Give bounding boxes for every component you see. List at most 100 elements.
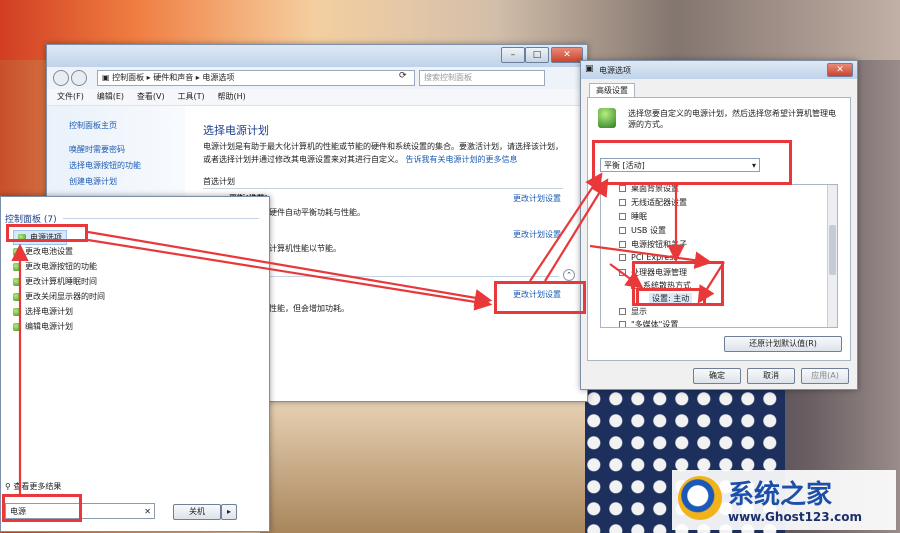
result-item-sleep-time[interactable]: 更改计算机睡眠时间 bbox=[13, 276, 97, 287]
result-label-sleep-time: 更改计算机睡眠时间 bbox=[25, 277, 97, 286]
result-item-power-button[interactable]: 更改电源按钮的功能 bbox=[13, 261, 97, 272]
wallpaper-floor bbox=[260, 400, 590, 533]
breadcrumb-2[interactable]: 硬件和声音 bbox=[153, 73, 193, 82]
tree-item-display[interactable]: 显示 bbox=[619, 306, 647, 317]
page-title: 选择电源计划 bbox=[203, 124, 269, 137]
tree-item-multimedia[interactable]: "多媒体"设置 bbox=[619, 319, 679, 328]
collapse-button[interactable]: ⌃ bbox=[563, 269, 575, 281]
plan-divider bbox=[203, 188, 563, 189]
annotation-box-search bbox=[2, 494, 82, 522]
sidebar-power-button-link[interactable]: 选择电源按钮的功能 bbox=[69, 160, 141, 171]
result-label-display-off: 更改关闭显示器的时间 bbox=[25, 292, 105, 301]
power-options-dialog: ▣ 电源选项 ✕ 高级设置 选择您要自定义的电源计划，然后选择您希望计算机管理电… bbox=[580, 60, 858, 390]
result-item-edit-plan[interactable]: 编辑电源计划 bbox=[13, 321, 73, 332]
shutdown-label: 关机 bbox=[189, 507, 205, 516]
nav-bar: ▣ 控制面板 ▸ 硬件和声音 ▸ 电源选项 ⟳ 搜索控制面板 bbox=[47, 67, 587, 89]
result-label-power-button: 更改电源按钮的功能 bbox=[25, 262, 97, 271]
change-plan-link-1[interactable]: 更改计划设置 bbox=[513, 193, 561, 204]
apply-button[interactable]: 应用(A) bbox=[801, 368, 849, 384]
tree-item-usb-label: USB 设置 bbox=[631, 226, 666, 235]
close-button[interactable]: ✕ bbox=[551, 47, 583, 63]
annotation-box-setting bbox=[636, 288, 706, 306]
search-icon: ⚲ bbox=[5, 482, 11, 491]
tree-item-desktop-background-label: 桌面背景设置 bbox=[631, 184, 679, 193]
restore-defaults-button[interactable]: 还原计划默认值(R) bbox=[724, 336, 842, 352]
page-description: 电源计划是有助于最大化计算机的性能或节能的硬件和系统设置的集合。要激活计划，请选… bbox=[203, 140, 563, 166]
forward-button[interactable] bbox=[71, 70, 87, 86]
choose-plan-icon bbox=[13, 307, 21, 316]
result-label-battery: 更改电池设置 bbox=[25, 247, 73, 256]
shutdown-button[interactable]: 关机 bbox=[173, 504, 221, 520]
dialog-titlebar[interactable]: ▣ 电源选项 bbox=[581, 61, 857, 79]
dialog-title: 电源选项 bbox=[599, 66, 631, 75]
maximize-button[interactable]: □ bbox=[525, 47, 549, 63]
dialog-close-button[interactable]: ✕ bbox=[827, 63, 853, 77]
search-input[interactable]: 搜索控制面板 bbox=[419, 70, 545, 86]
result-item-display-off[interactable]: 更改关闭显示器的时间 bbox=[13, 291, 105, 302]
tree-item-multimedia-label: "多媒体"设置 bbox=[631, 320, 679, 328]
clear-search-icon[interactable]: ✕ bbox=[144, 504, 151, 520]
search-placeholder: 搜索控制面板 bbox=[424, 73, 472, 82]
power-plan-icon bbox=[598, 108, 616, 128]
power-button-icon bbox=[13, 262, 21, 271]
annotation-box-power-options bbox=[6, 224, 88, 242]
annotation-box-change-plan bbox=[494, 281, 586, 314]
menu-edit[interactable]: 编辑(E) bbox=[97, 89, 124, 105]
result-label-choose-plan: 选择电源计划 bbox=[25, 307, 73, 316]
sidebar-home-link[interactable]: 控制面板主页 bbox=[69, 120, 117, 131]
tree-item-sleep[interactable]: 睡眠 bbox=[619, 211, 647, 222]
plans-header: 首选计划 bbox=[203, 177, 235, 186]
menu-tools[interactable]: 工具(T) bbox=[177, 89, 204, 105]
see-more-label: 查看更多结果 bbox=[13, 482, 62, 491]
dialog-icon: ▣ bbox=[585, 64, 594, 74]
battery-icon bbox=[13, 247, 21, 256]
menu-file[interactable]: 文件(F) bbox=[57, 89, 84, 105]
shutdown-options-button[interactable]: ▸ bbox=[221, 504, 237, 520]
menu-help[interactable]: 帮助(H) bbox=[218, 89, 246, 105]
watermark-url: www.Ghost123.com bbox=[728, 510, 863, 524]
breadcrumb-1[interactable]: 控制面板 bbox=[112, 73, 144, 82]
tree-scrollbar-thumb[interactable] bbox=[829, 225, 836, 275]
tree-scrollbar[interactable] bbox=[827, 185, 837, 327]
breadcrumb-3[interactable]: 电源选项 bbox=[202, 73, 234, 82]
tree-item-power-buttons-label: 电源按钮和盖子 bbox=[631, 240, 687, 249]
refresh-icon[interactable]: ⟳ bbox=[399, 71, 407, 81]
tree-item-desktop-background[interactable]: 桌面背景设置 bbox=[619, 184, 679, 194]
dialog-intro: 选择您要自定义的电源计划，然后选择您希望计算机管理电源的方式。 bbox=[628, 109, 836, 129]
settings-tree: 桌面背景设置 无线适配器设置 睡眠 USB 设置 电源按钮和盖子 PCI Exp… bbox=[600, 184, 838, 328]
menu-view[interactable]: 查看(V) bbox=[137, 89, 165, 105]
tree-item-display-label: 显示 bbox=[631, 307, 647, 316]
back-button[interactable] bbox=[53, 70, 69, 86]
cancel-label: 取消 bbox=[763, 371, 779, 380]
result-item-choose-plan[interactable]: 选择电源计划 bbox=[13, 306, 73, 317]
tree-item-wireless[interactable]: 无线适配器设置 bbox=[619, 197, 687, 208]
learn-more-link[interactable]: 告诉我有关电源计划的更多信息 bbox=[406, 155, 518, 164]
minimize-button[interactable]: – bbox=[501, 47, 525, 63]
change-plan-link-2[interactable]: 更改计划设置 bbox=[513, 229, 561, 240]
control-panel-icon: ▣ bbox=[102, 73, 110, 82]
sleep-time-icon bbox=[13, 277, 21, 286]
tree-item-wireless-label: 无线适配器设置 bbox=[631, 198, 687, 207]
watermark: 系统之家 www.Ghost123.com bbox=[672, 470, 896, 530]
apply-label: 应用(A) bbox=[811, 371, 839, 380]
address-bar[interactable]: ▣ 控制面板 ▸ 硬件和声音 ▸ 电源选项 bbox=[97, 70, 415, 86]
ok-label: 确定 bbox=[709, 371, 725, 380]
sidebar-create-plan-link[interactable]: 创建电源计划 bbox=[69, 176, 117, 187]
results-header-line bbox=[63, 218, 259, 219]
tree-item-power-buttons-lid[interactable]: 电源按钮和盖子 bbox=[619, 239, 687, 250]
ok-button[interactable]: 确定 bbox=[693, 368, 741, 384]
menu-bar: 文件(F) 编辑(E) 查看(V) 工具(T) 帮助(H) bbox=[47, 89, 587, 106]
result-label-edit-plan: 编辑电源计划 bbox=[25, 322, 73, 331]
sidebar-wake-password-link[interactable]: 唤醒时需要密码 bbox=[69, 144, 125, 155]
restore-defaults-label: 还原计划默认值(R) bbox=[749, 339, 817, 348]
advanced-settings-tab[interactable]: 高级设置 bbox=[589, 83, 635, 98]
watermark-logo-icon bbox=[678, 476, 722, 520]
display-off-icon bbox=[13, 292, 21, 301]
watermark-site-name: 系统之家 bbox=[728, 480, 833, 510]
tab-panel: 选择您要自定义的电源计划，然后选择您希望计算机管理电源的方式。 平衡 [活动] … bbox=[587, 97, 851, 361]
tree-item-usb[interactable]: USB 设置 bbox=[619, 225, 666, 236]
see-more-results[interactable]: ⚲ 查看更多结果 bbox=[5, 481, 61, 492]
result-item-battery[interactable]: 更改电池设置 bbox=[13, 246, 73, 257]
cancel-button[interactable]: 取消 bbox=[747, 368, 795, 384]
tree-item-sleep-label: 睡眠 bbox=[631, 212, 647, 221]
